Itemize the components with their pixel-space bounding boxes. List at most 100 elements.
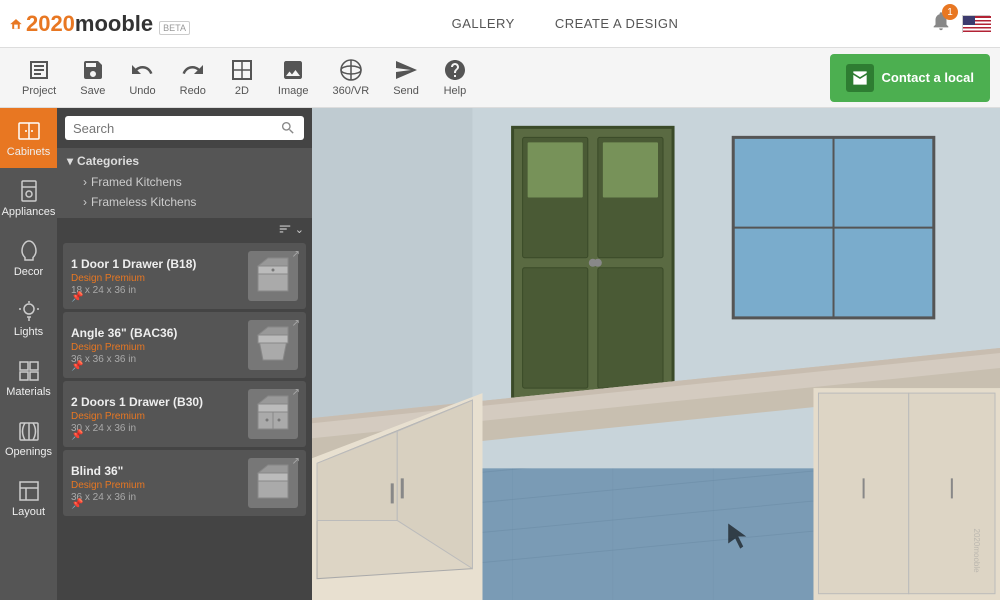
list-item[interactable]: 2 Doors 1 Drawer (B30) Design Premium 30… xyxy=(63,381,306,447)
gallery-nav[interactable]: GALLERY xyxy=(452,16,515,31)
openings-icon xyxy=(17,419,41,443)
items-list: 1 Door 1 Drawer (B18) Design Premium 18 … xyxy=(57,240,312,600)
list-item[interactable]: Angle 36" (BAC36) Design Premium 36 x 36… xyxy=(63,312,306,378)
sidebar-item-decor[interactable]: Decor xyxy=(0,228,57,288)
decor-label: Decor xyxy=(14,266,43,278)
redo-icon xyxy=(181,58,205,82)
2d-button[interactable]: 2D xyxy=(218,54,266,101)
header-right: 1 xyxy=(930,10,1000,37)
item-size: 36 x 24 x 36 in xyxy=(71,492,240,503)
nav-links: GALLERY CREATE A DESIGN xyxy=(200,16,930,31)
list-item[interactable]: 1 Door 1 Drawer (B18) Design Premium 18 … xyxy=(63,243,306,309)
item-name: Angle 36" (BAC36) xyxy=(71,326,240,340)
sidebar-item-appliances[interactable]: Appliances xyxy=(0,168,57,228)
item-arrow-icon: ↗ xyxy=(292,387,300,398)
item-arrow-icon: ↗ xyxy=(292,456,300,467)
search-input[interactable] xyxy=(73,121,274,136)
2d-icon xyxy=(230,58,254,82)
contact-icon xyxy=(846,64,874,92)
chevron-down-icon: ▾ xyxy=(67,154,73,168)
sidebar-item-layout[interactable]: Layout xyxy=(0,468,57,528)
project-label: Project xyxy=(22,85,56,97)
image-label: Image xyxy=(278,85,309,97)
logo-text: 2020mooble xyxy=(26,11,153,37)
search-bar xyxy=(65,116,304,140)
360vr-button[interactable]: 360/VR xyxy=(321,54,382,101)
layout-label: Layout xyxy=(12,506,45,518)
sort-bar: ⌄ xyxy=(57,218,312,240)
category-framed-kitchens[interactable]: › Framed Kitchens xyxy=(67,172,302,192)
sidebar-item-cabinets[interactable]: Cabinets xyxy=(0,108,57,168)
notification-badge[interactable]: 1 xyxy=(930,10,952,37)
materials-icon xyxy=(17,359,41,383)
360vr-label: 360/VR xyxy=(333,85,370,97)
lights-icon xyxy=(17,299,41,323)
category-frameless-label: Frameless Kitchens xyxy=(91,195,196,209)
item-info: Blind 36" Design Premium 36 x 24 x 36 in xyxy=(71,464,240,503)
save-button[interactable]: Save xyxy=(68,54,117,101)
contact-local-button[interactable]: Contact a local xyxy=(830,54,990,102)
item-thumbnail xyxy=(248,458,298,508)
main-area: Cabinets Appliances Decor Lights Materia… xyxy=(0,108,1000,600)
item-badge: Design Premium xyxy=(71,480,240,491)
chevron-right-icon: › xyxy=(83,175,87,189)
item-size: 30 x 24 x 36 in xyxy=(71,423,240,434)
logo-icon xyxy=(10,10,22,38)
help-button[interactable]: Help xyxy=(431,54,479,101)
item-pin-icon: 📌 xyxy=(71,292,83,303)
image-icon xyxy=(281,58,305,82)
cabinet-thumbnail xyxy=(253,325,293,365)
item-name: 2 Doors 1 Drawer (B30) xyxy=(71,395,240,409)
chevron-right-icon: › xyxy=(83,195,87,209)
panel: ▾ Categories › Framed Kitchens › Framele… xyxy=(57,108,312,600)
search-icon[interactable] xyxy=(280,120,296,136)
openings-label: Openings xyxy=(5,446,52,458)
item-pin-icon: 📌 xyxy=(71,499,83,510)
item-arrow-icon: ↗ xyxy=(292,249,300,260)
categories-label: Categories xyxy=(77,154,139,168)
help-label: Help xyxy=(444,85,467,97)
item-size: 36 x 36 x 36 in xyxy=(71,354,240,365)
project-button[interactable]: Project xyxy=(10,54,68,101)
sidebar-icons: Cabinets Appliances Decor Lights Materia… xyxy=(0,108,57,600)
item-badge: Design Premium xyxy=(71,273,240,284)
project-icon xyxy=(27,58,51,82)
appliances-label: Appliances xyxy=(2,206,56,218)
send-button[interactable]: Send xyxy=(381,54,431,101)
item-badge: Design Premium xyxy=(71,411,240,422)
flag-icon[interactable] xyxy=(962,15,990,33)
item-thumbnail xyxy=(248,320,298,370)
layout-icon xyxy=(17,479,41,503)
categories-section: ▾ Categories › Framed Kitchens › Framele… xyxy=(57,148,312,218)
2d-label: 2D xyxy=(235,85,249,97)
image-button[interactable]: Image xyxy=(266,54,321,101)
sidebar-item-lights[interactable]: Lights xyxy=(0,288,57,348)
item-info: 1 Door 1 Drawer (B18) Design Premium 18 … xyxy=(71,257,240,296)
redo-button[interactable]: Redo xyxy=(168,54,218,101)
sidebar-item-openings[interactable]: Openings xyxy=(0,408,57,468)
sort-icon xyxy=(278,222,292,236)
item-badge: Design Premium xyxy=(71,342,240,353)
materials-label: Materials xyxy=(6,386,51,398)
undo-button[interactable]: Undo xyxy=(117,54,167,101)
sort-button[interactable]: ⌄ xyxy=(278,222,304,236)
categories-header: ▾ Categories xyxy=(67,154,302,168)
item-name: 1 Door 1 Drawer (B18) xyxy=(71,257,240,271)
list-item[interactable]: Blind 36" Design Premium 36 x 24 x 36 in… xyxy=(63,450,306,516)
undo-icon xyxy=(130,58,154,82)
save-label: Save xyxy=(80,85,105,97)
item-info: Angle 36" (BAC36) Design Premium 36 x 36… xyxy=(71,326,240,365)
item-thumbnail xyxy=(248,251,298,301)
us-flag xyxy=(963,16,991,34)
category-framed-label: Framed Kitchens xyxy=(91,175,182,189)
sort-label: ⌄ xyxy=(295,223,304,236)
3d-view[interactable]: 2020mooble xyxy=(312,108,1000,600)
category-frameless-kitchens[interactable]: › Frameless Kitchens xyxy=(67,192,302,212)
create-design-nav[interactable]: CREATE A DESIGN xyxy=(555,16,679,31)
item-pin-icon: 📌 xyxy=(71,430,83,441)
send-icon xyxy=(394,58,418,82)
item-thumbnail xyxy=(248,389,298,439)
item-pin-icon: 📌 xyxy=(71,361,83,372)
decor-icon xyxy=(17,239,41,263)
sidebar-item-materials[interactable]: Materials xyxy=(0,348,57,408)
